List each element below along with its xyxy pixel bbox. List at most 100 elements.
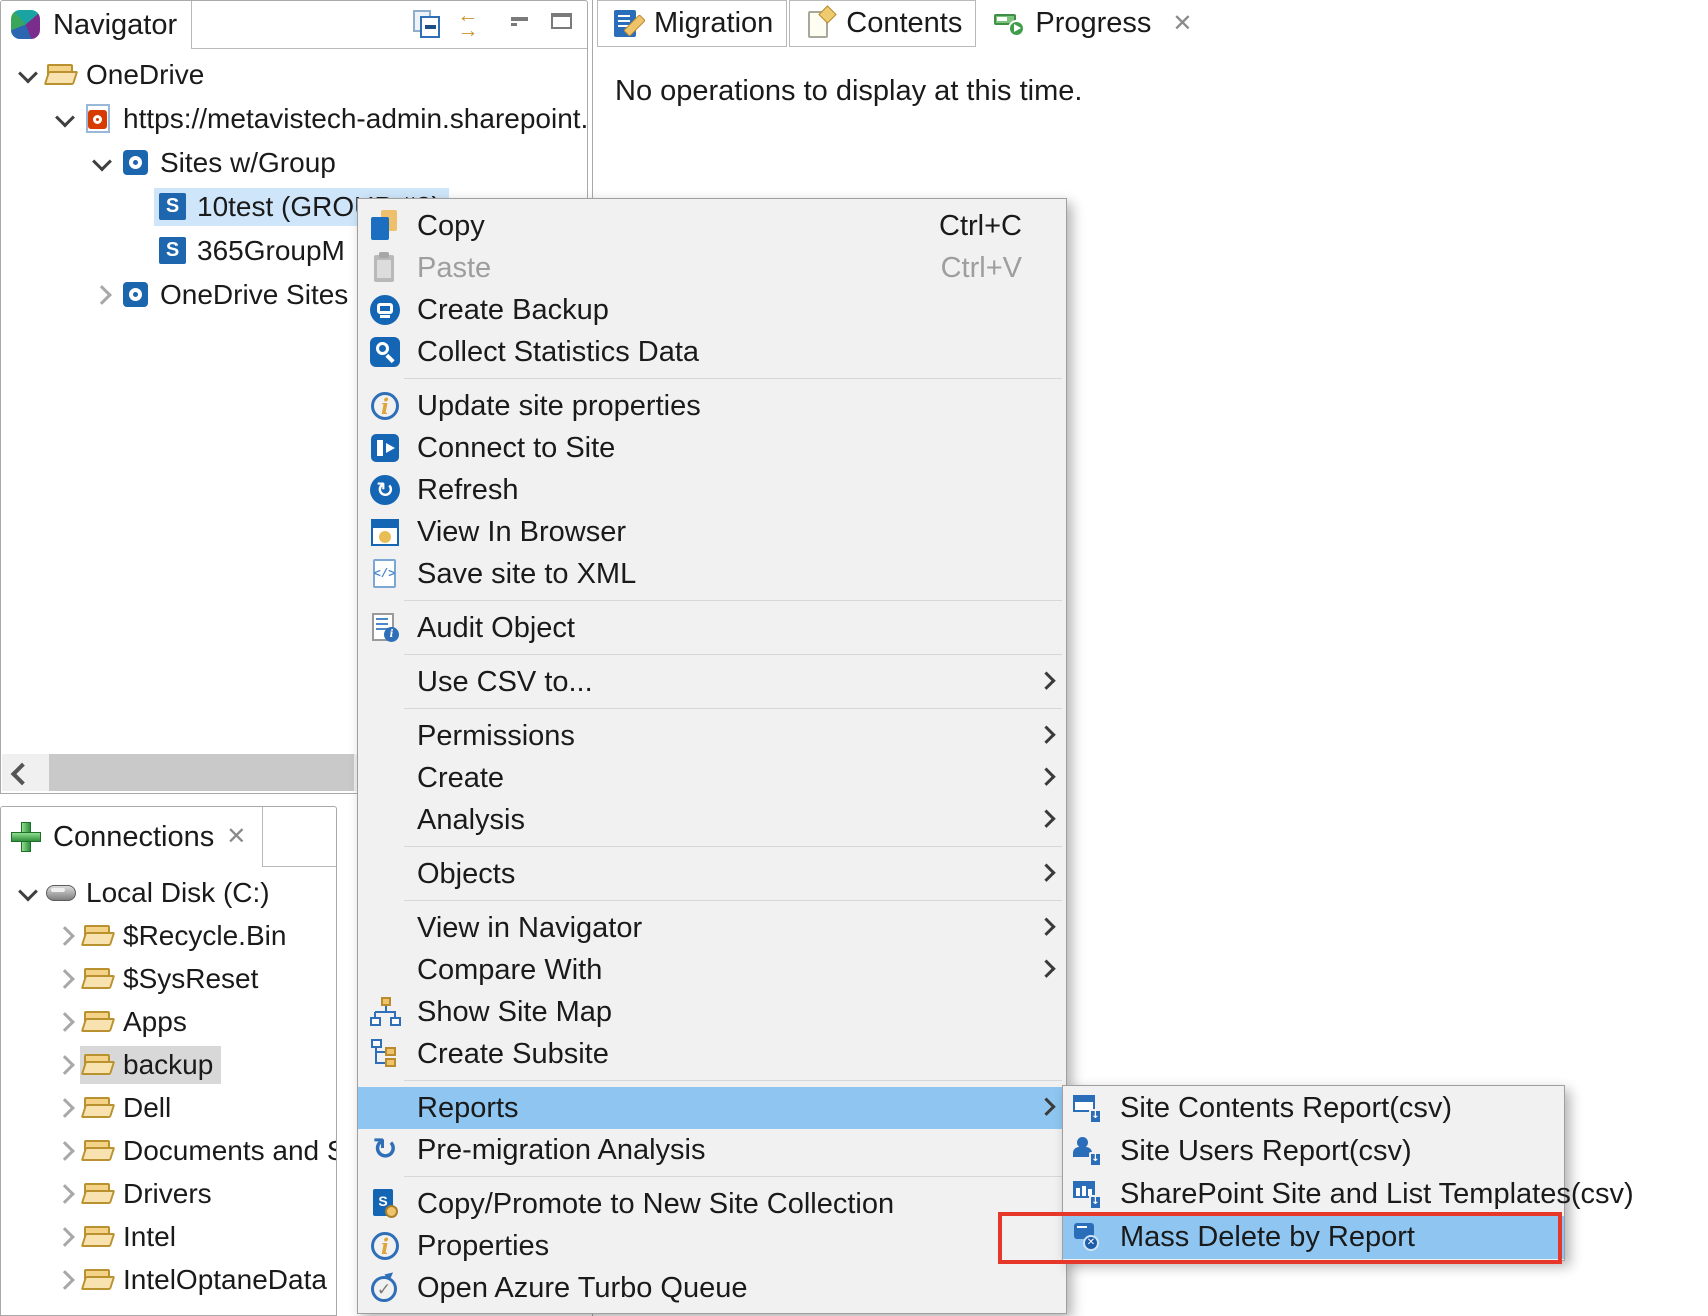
row-core: Drivers (80, 1175, 220, 1213)
site-map-icon (368, 995, 402, 1029)
chevron-down-icon[interactable] (18, 63, 38, 84)
minimize-icon[interactable] (507, 8, 541, 42)
menu-item-collect-statistics-data[interactable]: Collect Statistics Data (358, 331, 1066, 373)
submenu-arrow-icon (1037, 725, 1056, 744)
chevron-right-icon[interactable] (55, 1054, 75, 1075)
menu-item-view-in-browser[interactable]: View In Browser (358, 511, 1066, 553)
tree-item-documents-and-s[interactable]: Documents and S (1, 1129, 336, 1172)
chevron-down-icon[interactable] (92, 151, 112, 172)
menu-item-copy[interactable]: Copy Ctrl+C (358, 205, 1066, 247)
collapse-all-icon[interactable] (411, 8, 445, 42)
menu-item-show-site-map[interactable]: Show Site Map (358, 991, 1066, 1033)
chevron-down-icon[interactable] (18, 881, 38, 901)
close-icon[interactable]: ✕ (224, 825, 248, 849)
chevron-right-icon[interactable] (55, 1226, 75, 1247)
menu-item-use-csv-to[interactable]: Use CSV to... (358, 661, 1066, 703)
tree-item-inteloptanedata[interactable]: IntelOptaneData (1, 1258, 336, 1301)
tab-label: Contents (846, 7, 963, 39)
chevron-right-icon[interactable] (55, 1097, 75, 1118)
tree-item-label: backup (123, 1048, 214, 1080)
blank-icon (368, 953, 402, 987)
tab-progress[interactable]: Progress ✕ (978, 0, 1209, 47)
menu-item-compare-with[interactable]: Compare With (358, 949, 1066, 991)
tree-item-local-disk-c[interactable]: Local Disk (C:) (1, 871, 336, 914)
tab-connections[interactable]: Connections ✕ (1, 807, 264, 867)
chevron-down-icon[interactable] (55, 107, 75, 128)
maximize-icon[interactable] (547, 8, 581, 42)
row-core: S 365GroupM (154, 232, 353, 270)
blank-icon (368, 803, 402, 837)
create-backup-icon (368, 293, 402, 327)
menu-item-create[interactable]: Create (358, 757, 1066, 799)
connections-tree: Local Disk (C:) $Recycle.Bin $SysReset Apps… (1, 867, 336, 1301)
chevron-right-icon[interactable] (55, 1011, 75, 1032)
tree-item-apps[interactable]: Apps (1, 1000, 336, 1043)
tab-migration[interactable]: Migration (597, 0, 788, 47)
chevron-right-icon[interactable] (55, 1140, 75, 1161)
blank-icon (368, 719, 402, 753)
tree-item-intel[interactable]: Intel (1, 1215, 336, 1258)
menu-item-properties[interactable]: i Properties (358, 1225, 1066, 1267)
tree-item-label: Intel (123, 1220, 176, 1252)
menu-item-copy-promote-to-new-site-collection[interactable]: S Copy/Promote to New Site Collection (358, 1183, 1066, 1225)
audit-object-icon: i (368, 611, 402, 645)
progress-content: No operations to display at this time. (593, 47, 1708, 136)
menu-item-audit-object[interactable]: i Audit Object (358, 607, 1066, 649)
add-connection-icon (9, 820, 43, 854)
menu-item-paste[interactable]: Paste Ctrl+V (358, 247, 1066, 289)
menu-item-refresh[interactable]: ↻ Refresh (358, 469, 1066, 511)
info-icon: i (368, 389, 402, 423)
menu-separator (404, 600, 1062, 601)
chevron-right-icon[interactable] (55, 1183, 75, 1204)
tree-item-dell[interactable]: Dell (1, 1086, 336, 1129)
menu-item-label: Collect Statistics Data (417, 335, 700, 368)
row-core: $Recycle.Bin (80, 917, 294, 955)
tree-item-sites-w-group[interactable]: Sites w/Group (1, 141, 587, 185)
menu-item-label: Site Users Report(csv) (1120, 1135, 1412, 1167)
close-icon[interactable]: ✕ (1170, 11, 1194, 36)
tab-navigator[interactable]: Navigator (1, 1, 193, 49)
navigator-toolbar: → → (192, 1, 587, 49)
menu-item-analysis[interactable]: Analysis (358, 799, 1066, 841)
tab-contents[interactable]: Contents (789, 0, 977, 47)
menu-item-create-subsite[interactable]: Create Subsite (358, 1033, 1066, 1075)
menu-item-pre-migration-analysis[interactable]: ↻ Pre-migration Analysis (358, 1129, 1066, 1171)
chevron-right-icon[interactable] (92, 285, 112, 305)
menu-item-connect-to-site[interactable]: Connect to Site (358, 427, 1066, 469)
link-with-editor-icon[interactable]: → → (451, 4, 485, 42)
menu-item-site-contents-report-csv[interactable]: ↓ Site Contents Report(csv) (1063, 1087, 1564, 1130)
menu-item-label: Pre-migration Analysis (417, 1133, 706, 1166)
office-site-icon (82, 102, 116, 136)
menu-item-permissions[interactable]: Permissions (358, 715, 1066, 757)
menu-item-site-users-report-csv[interactable]: ↓ Site Users Report(csv) (1063, 1130, 1564, 1173)
connections-header: Connections ✕ (1, 807, 336, 867)
tree-item-https-metavistech-admin-sharepoint[interactable]: https://metavistech-admin.sharepoint. (1, 97, 587, 141)
menu-item-create-backup[interactable]: Create Backup (358, 289, 1066, 331)
row-core: Dell (80, 1089, 179, 1127)
tab-label: Migration (654, 7, 774, 39)
folder-open-icon (80, 1177, 116, 1211)
chevron-right-icon[interactable] (55, 925, 75, 946)
folder-open-icon (80, 1048, 116, 1082)
tree-item-recycle-bin[interactable]: $Recycle.Bin (1, 914, 336, 957)
scroll-left-arrow-icon[interactable] (10, 762, 34, 786)
menu-item-view-in-navigator[interactable]: View in Navigator (358, 907, 1066, 949)
menu-item-save-site-to-xml[interactable]: </> Save site to XML (358, 553, 1066, 595)
menu-item-open-azure-turbo-queue[interactable]: ✓ Open Azure Turbo Queue (358, 1267, 1066, 1309)
scrollbar-thumb[interactable] (49, 754, 354, 791)
menu-item-sharepoint-site-and-list-templates-csv[interactable]: ↓ SharePoint Site and List Templates(csv) (1063, 1173, 1634, 1216)
menu-item-objects[interactable]: Objects (358, 853, 1066, 895)
menu-item-update-site-properties[interactable]: i Update site properties (358, 385, 1066, 427)
migration-icon (611, 7, 646, 41)
menu-item-label: Reports (417, 1091, 519, 1124)
chevron-right-icon[interactable] (55, 1269, 75, 1290)
tree-item-label: $Recycle.Bin (123, 919, 287, 951)
tree-item-drivers[interactable]: Drivers (1, 1172, 336, 1215)
submenu-arrow-icon (1037, 671, 1056, 690)
tree-item-onedrive[interactable]: OneDrive (1, 53, 587, 97)
tree-item-sysreset[interactable]: $SysReset (1, 957, 336, 1000)
operations-tab-bar: Migration Contents Progress ✕ (593, 0, 1708, 47)
chevron-right-icon[interactable] (55, 968, 75, 989)
tree-item-backup[interactable]: backup (1, 1043, 336, 1086)
menu-item-reports[interactable]: Reports (358, 1087, 1066, 1129)
